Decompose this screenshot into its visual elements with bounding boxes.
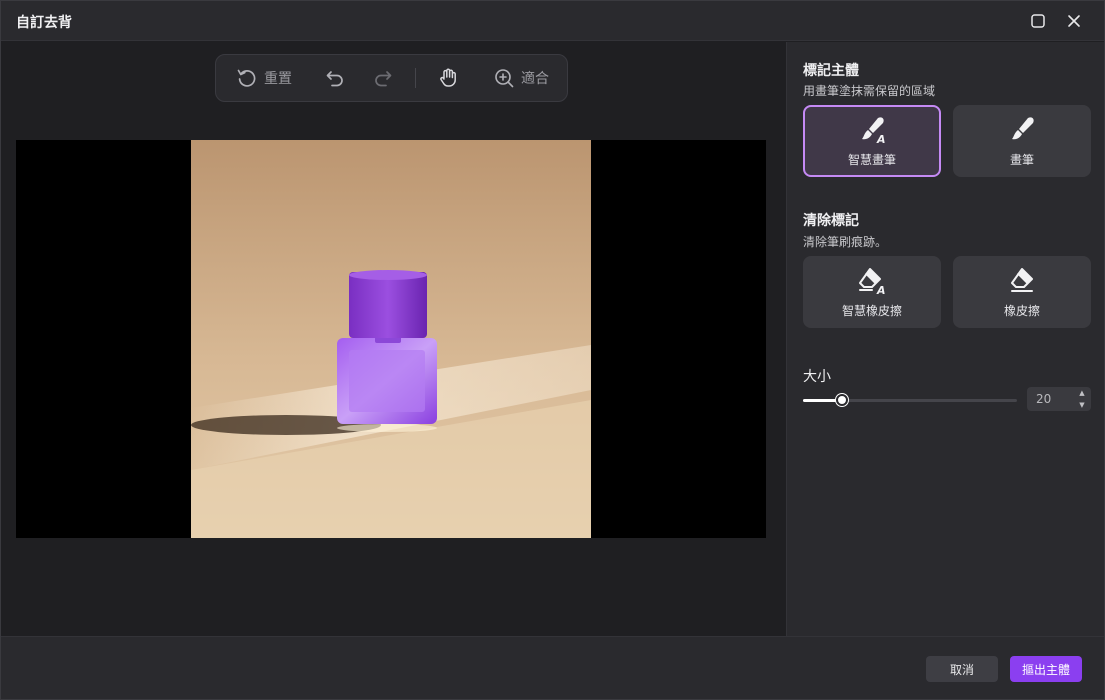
eraser-label: 橡皮擦 xyxy=(1003,303,1040,318)
redo-button[interactable] xyxy=(372,55,394,101)
clear-mark-desc: 清除筆刷痕跡。 xyxy=(803,235,888,249)
hand-icon xyxy=(440,68,456,87)
image-canvas[interactable] xyxy=(16,140,766,538)
zoom-in-icon xyxy=(495,69,514,88)
pan-hand-button[interactable] xyxy=(437,55,459,101)
smart-brush-label: 智慧畫筆 xyxy=(847,152,896,167)
eraser-button[interactable]: 橡皮擦 xyxy=(953,256,1091,328)
size-slider-thumb[interactable] xyxy=(835,394,848,406)
settings-panel: 標記主體 用畫筆塗抹需保留的區域 A 智慧畫筆 畫筆 清除標記 清除筆刷痕跡。 xyxy=(786,42,1104,636)
brush-button[interactable]: 畫筆 xyxy=(953,105,1091,177)
maximize-icon xyxy=(1031,14,1045,28)
redo-icon xyxy=(375,71,392,87)
reset-button[interactable]: 重置 xyxy=(236,55,292,101)
eraser-icon xyxy=(1011,267,1033,292)
fit-to-screen-button[interactable]: 適合 xyxy=(493,55,549,101)
fit-label: 適合 xyxy=(521,71,549,87)
size-stepper[interactable]: ▲ ▼ xyxy=(1077,389,1087,409)
canvas-toolbar: 重置 適合 xyxy=(215,54,568,102)
smart-eraser-icon: A xyxy=(859,267,886,296)
svg-text:A: A xyxy=(876,133,886,145)
cancel-button[interactable]: 取消 xyxy=(926,656,998,682)
undo-button[interactable] xyxy=(324,55,346,101)
reset-label: 重置 xyxy=(264,71,292,87)
maximize-button[interactable] xyxy=(1026,9,1050,33)
custom-background-removal-window: 自訂去背 重置 適合 標記主體 用畫筆塗抹需保留的區域 A 智慧畫筆 畫筆 清除… xyxy=(0,0,1105,700)
stepper-down-icon[interactable]: ▼ xyxy=(1079,401,1084,409)
window-title: 自訂去背 xyxy=(16,15,72,31)
size-value: 20 xyxy=(1036,392,1052,406)
size-slider[interactable] xyxy=(803,394,1017,406)
close-button[interactable] xyxy=(1062,9,1086,33)
title-bar: 自訂去背 xyxy=(1,1,1104,41)
undo-icon xyxy=(326,71,343,87)
mark-subject-desc: 用畫筆塗抹需保留的區域 xyxy=(803,84,936,98)
stepper-up-icon[interactable]: ▲ xyxy=(1079,389,1084,397)
canvas-area: 重置 適合 xyxy=(1,42,786,636)
dialog-footer: 取消 摳出主體 xyxy=(1,636,1104,699)
clear-mark-title: 清除標記 xyxy=(803,213,859,229)
svg-text:A: A xyxy=(876,284,886,296)
brush-label: 畫筆 xyxy=(1009,152,1034,167)
smart-brush-button[interactable]: A 智慧畫筆 xyxy=(803,105,941,177)
toolbar-divider xyxy=(415,68,416,88)
reset-icon xyxy=(237,69,256,87)
smart-eraser-button[interactable]: A 智慧橡皮擦 xyxy=(803,256,941,328)
mark-subject-title: 標記主體 xyxy=(803,63,859,79)
smart-eraser-label: 智慧橡皮擦 xyxy=(841,303,902,318)
size-number-input[interactable]: 20 ▲ ▼ xyxy=(1027,387,1091,411)
extract-subject-button[interactable]: 摳出主體 xyxy=(1010,656,1082,682)
brush-icon xyxy=(1012,116,1034,139)
product-photo[interactable] xyxy=(191,140,591,538)
size-label: 大小 xyxy=(803,369,831,385)
close-icon xyxy=(1068,15,1080,27)
smart-brush-icon: A xyxy=(862,116,886,145)
